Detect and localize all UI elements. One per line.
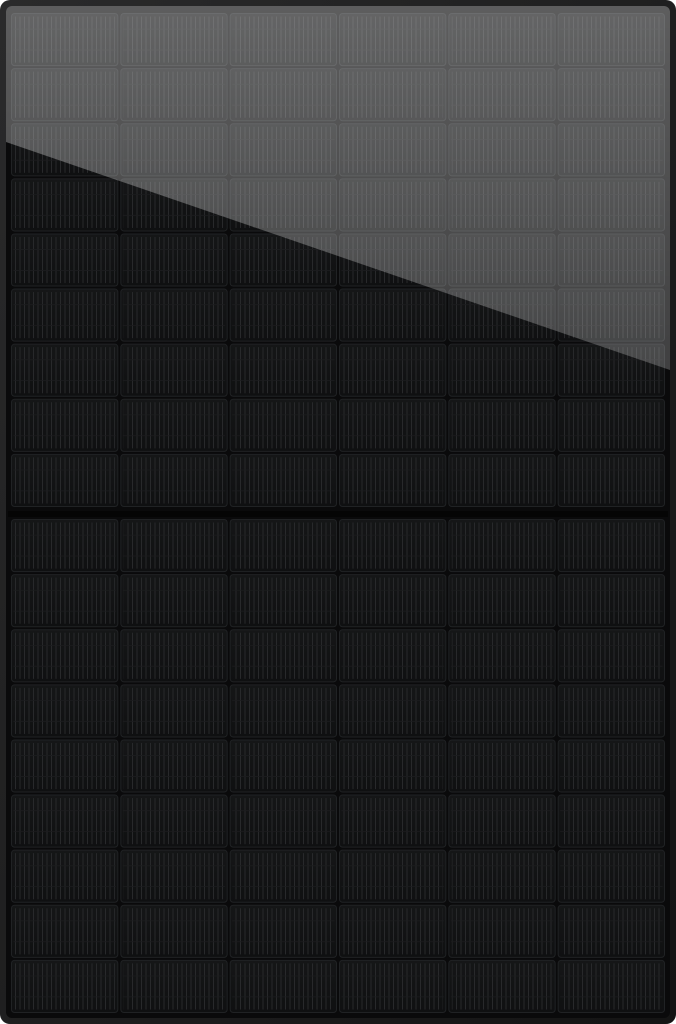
cell-finger-lines: [342, 577, 443, 624]
cell-finger-lines: [14, 853, 115, 900]
cell-finger-lines: [14, 347, 115, 394]
cell-finger-lines: [14, 292, 115, 339]
cell-finger-lines: [342, 292, 443, 339]
cell-finger-lines: [14, 181, 115, 228]
cell-finger-lines: [123, 853, 225, 900]
cell-finger-lines: [561, 402, 662, 449]
cell-finger-lines: [342, 742, 443, 790]
cell-finger-lines: [451, 798, 553, 845]
solar-panel-image: [0, 0, 676, 1024]
cell-finger-lines: [123, 577, 225, 624]
cell-finger-lines: [123, 402, 225, 449]
cell-finger-lines: [233, 347, 334, 394]
cell-finger-lines: [451, 908, 553, 955]
cell-finger-lines: [233, 908, 334, 955]
cell-finger-lines: [561, 457, 662, 504]
cell-finger-lines: [561, 908, 662, 955]
cell-finger-lines: [233, 798, 334, 845]
cell-finger-lines: [342, 963, 443, 1010]
cell-finger-lines: [123, 963, 225, 1010]
cell-finger-lines: [123, 457, 225, 504]
cell-finger-lines: [342, 632, 443, 679]
cell-finger-lines: [342, 522, 443, 569]
cell-finger-lines: [561, 632, 662, 679]
cell-finger-lines: [561, 742, 662, 790]
cell-finger-lines: [342, 687, 443, 734]
cell-finger-lines: [123, 687, 225, 734]
cell-finger-lines: [14, 798, 115, 845]
cell-finger-lines: [14, 963, 115, 1010]
cell-finger-lines: [123, 798, 225, 845]
cell-finger-lines: [14, 522, 115, 569]
cell-finger-lines: [451, 632, 553, 679]
cell-finger-lines: [123, 742, 225, 790]
cell-finger-lines: [342, 347, 443, 394]
cell-finger-lines: [342, 457, 443, 504]
cell-finger-lines: [233, 742, 334, 790]
cell-finger-lines: [451, 687, 553, 734]
cell-finger-lines: [14, 577, 115, 624]
cell-finger-lines: [342, 853, 443, 900]
cell-finger-lines: [233, 963, 334, 1010]
cell-finger-lines: [123, 292, 225, 339]
cell-finger-lines: [233, 687, 334, 734]
cell-finger-lines: [233, 292, 334, 339]
cell-finger-lines: [14, 632, 115, 679]
cell-finger-lines: [561, 963, 662, 1010]
cell-finger-lines: [14, 742, 115, 790]
cell-finger-lines: [451, 522, 553, 569]
cell-finger-lines: [451, 347, 553, 394]
cell-finger-lines: [233, 402, 334, 449]
cell-finger-lines: [451, 457, 553, 504]
solar-panel-graphic: [0, 0, 676, 1024]
cell-finger-lines: [123, 347, 225, 394]
cell-finger-lines: [451, 742, 553, 790]
cell-finger-lines: [561, 687, 662, 734]
cell-finger-lines: [14, 908, 115, 955]
cell-finger-lines: [14, 402, 115, 449]
cell-finger-lines: [123, 236, 225, 284]
center-divider: [8, 511, 668, 517]
cell-finger-lines: [14, 457, 115, 504]
cell-finger-lines: [451, 577, 553, 624]
cell-finger-lines: [123, 522, 225, 569]
cell-finger-lines: [123, 908, 225, 955]
cell-finger-lines: [561, 798, 662, 845]
cell-finger-lines: [451, 963, 553, 1010]
cell-finger-lines: [123, 632, 225, 679]
cell-finger-lines: [561, 522, 662, 569]
cell-finger-lines: [561, 577, 662, 624]
cell-finger-lines: [342, 798, 443, 845]
cell-finger-lines: [233, 457, 334, 504]
cell-finger-lines: [342, 402, 443, 449]
cell-finger-lines: [233, 632, 334, 679]
cell-finger-lines: [342, 908, 443, 955]
cell-finger-lines: [233, 577, 334, 624]
cell-finger-lines: [451, 402, 553, 449]
cell-finger-lines: [233, 853, 334, 900]
cell-finger-lines: [561, 853, 662, 900]
cell-finger-lines: [14, 687, 115, 734]
cell-finger-lines: [14, 236, 115, 284]
cell-finger-lines: [233, 522, 334, 569]
cell-finger-lines: [451, 853, 553, 900]
